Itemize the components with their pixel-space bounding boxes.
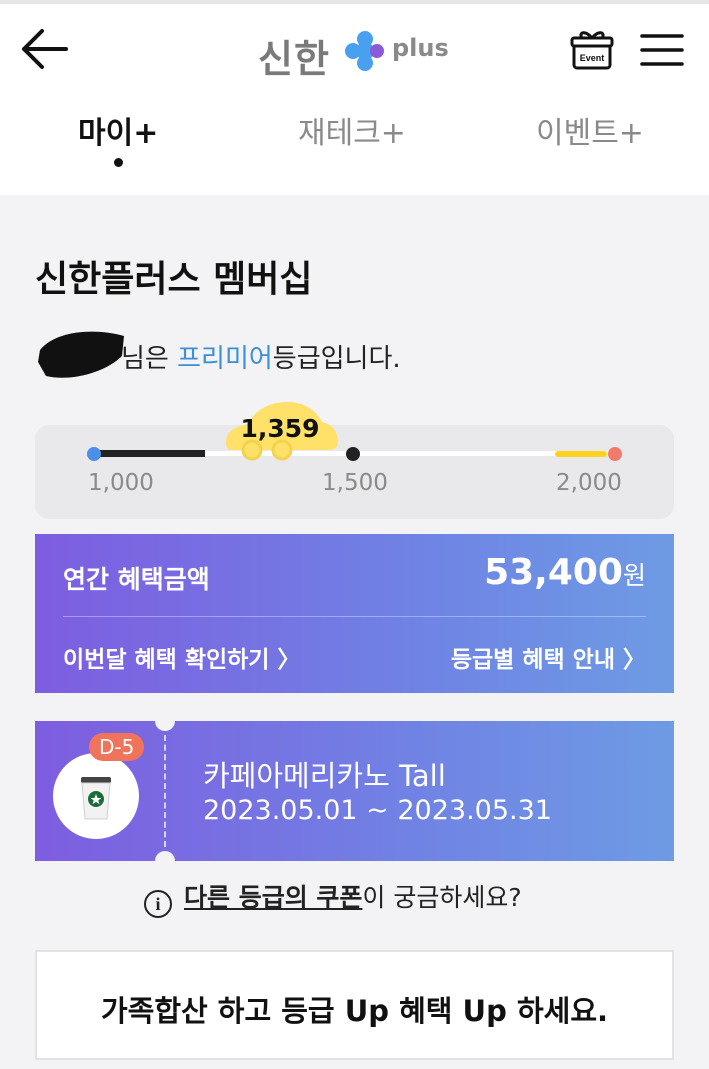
tick-label-min: 1,000 (88, 470, 154, 496)
progress-fill (93, 450, 205, 457)
other-grade-coupon-link[interactable]: 다른 등급의 쿠폰 (184, 883, 362, 912)
grade-prefix: 님은 (121, 344, 178, 374)
progress-mid-marker (346, 447, 360, 461)
tick-label-mid: 1,500 (322, 470, 388, 496)
coupon-perforation (164, 735, 166, 847)
tab-event[interactable]: 이벤트+ (536, 108, 644, 152)
grade-suffix: 등급입니다. (272, 344, 401, 374)
shinhan-plus-logo: 신한 plus (258, 24, 458, 81)
app-header: 신한 plus Event 마이+ 재테크+ 이벤트+ (0, 0, 709, 195)
benefit-label: 연간 혜택금액 (63, 565, 210, 594)
progress-end-marker (608, 447, 622, 461)
other-grade-coupon-info: i 다른 등급의 쿠폰이 궁금하세요? (144, 878, 522, 918)
info-icon: i (144, 890, 172, 918)
current-score: 1,359 (240, 414, 320, 443)
coupon-notch-top (155, 711, 175, 731)
gift-badge-label: Event (580, 53, 605, 63)
logo-plus-mark-icon (345, 31, 384, 71)
logo-text: 신한 (258, 37, 330, 81)
back-arrow-icon[interactable] (18, 26, 70, 72)
status-divider (0, 0, 709, 4)
name-redaction-scribble (38, 331, 124, 378)
tick-label-max: 2,000 (556, 470, 622, 496)
logo-suffix: plus (392, 34, 449, 62)
grade-benefit-guide-link[interactable]: 등급별 혜택 안내 〉 (451, 640, 646, 674)
hamburger-menu-icon[interactable] (640, 32, 684, 68)
progress-target-segment (555, 451, 607, 457)
progress-start-marker (87, 447, 101, 461)
active-tab-indicator (114, 158, 123, 167)
dday-badge: D-5 (89, 733, 145, 761)
info-suffix: 이 궁금하세요? (362, 883, 522, 912)
tab-investment[interactable]: 재테크+ (298, 108, 406, 152)
family-combine-text: 가족합산 하고 등급 Up 혜택 Up 하세요. (100, 994, 609, 1028)
benefit-divider (63, 616, 646, 617)
coupon-image (53, 753, 139, 839)
grade-name: 프리미어 (177, 344, 273, 374)
page-title: 신한플러스 멤버십 (35, 259, 313, 300)
annual-benefit-card: 연간 혜택금액 53,400원 이번달 혜택 확인하기 〉 등급별 혜택 안내 … (35, 534, 674, 693)
gift-event-icon[interactable]: Event (570, 28, 614, 72)
monthly-benefit-link[interactable]: 이번달 혜택 확인하기 〉 (63, 640, 300, 674)
coupon-notch-bottom (155, 851, 175, 871)
tab-bar: 마이+ 재테크+ 이벤트+ (0, 108, 709, 172)
family-combine-banner[interactable]: 가족합산 하고 등급 Up 혜택 Up 하세요. (35, 950, 674, 1060)
coupon-period: 2023.05.01 ~ 2023.05.31 (203, 795, 552, 826)
coupon-name: 카페아메리카노 Tall (203, 759, 446, 793)
coupon-card[interactable]: D-5 카페아메리카노 Tall 2023.05.01 ~ 2023.05.31 (35, 711, 674, 871)
tab-my[interactable]: 마이+ (78, 108, 158, 152)
benefit-amount-unit: 원 (622, 561, 646, 590)
coffee-cup-icon (81, 777, 111, 820)
benefit-amount: 53,400원 (484, 552, 646, 593)
benefit-amount-value: 53,400 (484, 552, 623, 593)
